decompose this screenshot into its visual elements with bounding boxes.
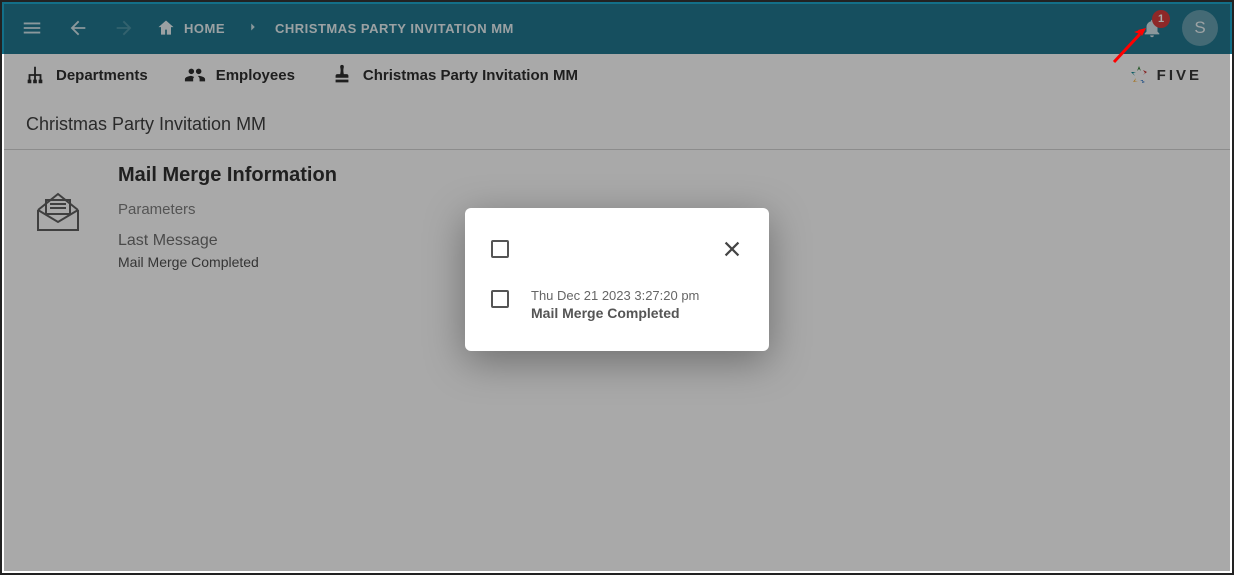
- notification-timestamp: Thu Dec 21 2023 3:27:20 pm: [531, 288, 699, 303]
- notification-item[interactable]: Thu Dec 21 2023 3:27:20 pm Mail Merge Co…: [491, 288, 743, 321]
- notifications-modal: Thu Dec 21 2023 3:27:20 pm Mail Merge Co…: [465, 208, 769, 351]
- close-button[interactable]: [721, 238, 743, 260]
- select-all-checkbox[interactable]: [491, 240, 509, 258]
- close-icon: [721, 238, 743, 260]
- notification-message: Mail Merge Completed: [531, 305, 699, 321]
- notification-checkbox[interactable]: [491, 290, 509, 308]
